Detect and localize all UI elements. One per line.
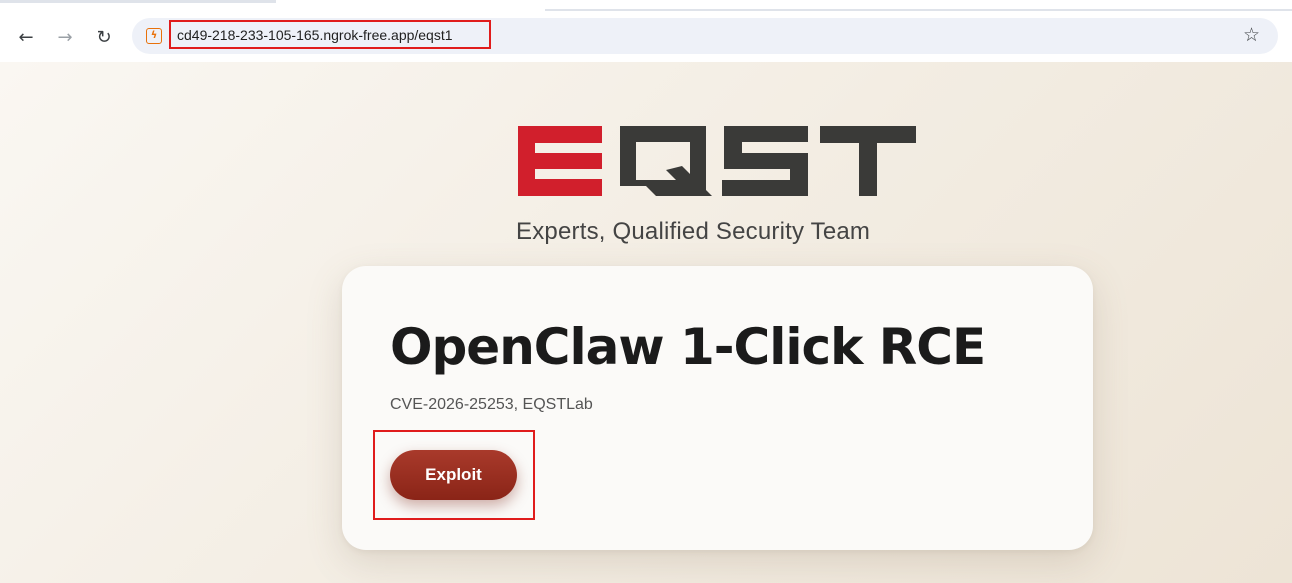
reload-icon[interactable]: ↻	[92, 25, 116, 49]
forward-arrow-icon[interactable]: →	[53, 25, 77, 49]
exploit-card: OpenClaw 1-Click RCE CVE-2026-25253, EQS…	[342, 266, 1093, 550]
browser-toolbar: ← → ↻ ϟ cd49-218-233-105-165.ngrok-free.…	[0, 12, 1292, 62]
page-content: Experts, Qualified Security Team OpenCla…	[0, 62, 1292, 583]
tab-strip	[0, 0, 1292, 12]
eqst-logo	[518, 126, 916, 196]
exploit-button[interactable]: Exploit	[390, 450, 517, 500]
card-title: OpenClaw 1-Click RCE	[390, 318, 986, 376]
back-arrow-icon[interactable]: ←	[14, 25, 38, 49]
address-bar[interactable]: ϟ cd49-218-233-105-165.ngrok-free.app/eq…	[132, 18, 1278, 54]
bookmark-star-icon[interactable]: ☆	[1243, 24, 1260, 46]
tab-edge	[0, 0, 276, 3]
browser-window: ← → ↻ ϟ cd49-218-233-105-165.ngrok-free.…	[0, 0, 1292, 583]
tab-edge	[545, 9, 1292, 11]
url-highlight-box: cd49-218-233-105-165.ngrok-free.app/eqst…	[169, 20, 491, 49]
url-text[interactable]: cd49-218-233-105-165.ngrok-free.app/eqst…	[177, 27, 453, 43]
tagline: Experts, Qualified Security Team	[516, 218, 871, 245]
card-subtitle: CVE-2026-25253, EQSTLab	[390, 396, 593, 413]
site-info-icon[interactable]: ϟ	[146, 28, 162, 44]
